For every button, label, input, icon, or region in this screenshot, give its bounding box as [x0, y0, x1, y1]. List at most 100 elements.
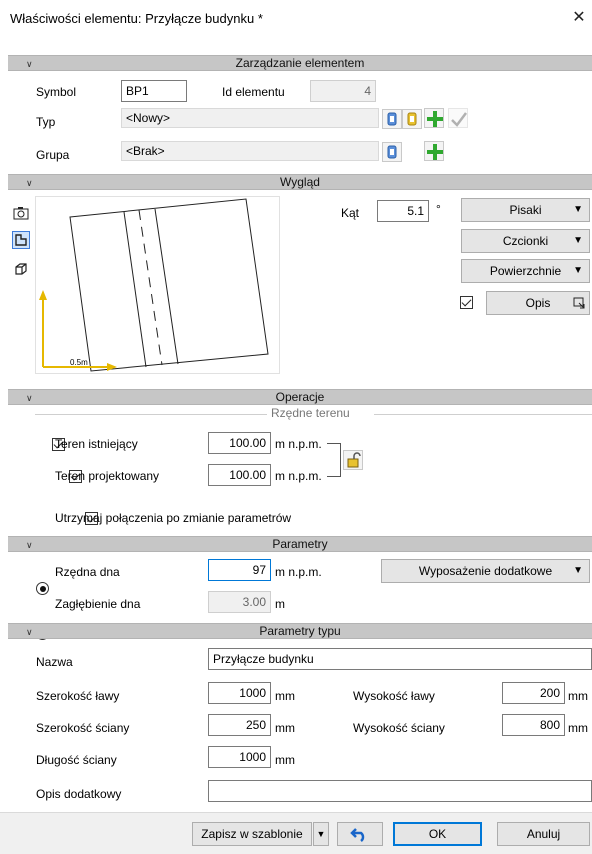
existing-terrain-unit: m n.p.m. — [275, 437, 322, 451]
extra-desc-label: Opis dodatkowy — [36, 787, 122, 801]
undo-button[interactable] — [337, 822, 383, 846]
group-label: Grupa — [36, 148, 70, 162]
section-header-appearance[interactable]: ∨ Wygląd — [8, 174, 592, 190]
close-icon[interactable]: ✕ — [568, 6, 590, 30]
wall-height-unit: mm — [568, 721, 588, 735]
angle-label: Kąt — [341, 206, 360, 220]
depth-unit: m — [275, 597, 285, 611]
designed-terrain-label: Teren projektowany — [55, 469, 160, 483]
angle-unit: ° — [436, 202, 441, 216]
depth-input[interactable]: 3.00 — [208, 591, 271, 613]
add-group-icon[interactable] — [424, 141, 444, 161]
dropdown-arrow-icon: ▼ — [573, 265, 583, 276]
cancel-button[interactable]: Anuluj — [497, 822, 590, 846]
3d-view-icon[interactable] — [13, 261, 29, 277]
add-type-icon[interactable] — [424, 108, 444, 128]
ok-button[interactable]: OK — [393, 822, 482, 846]
bench-width-unit: mm — [275, 689, 295, 703]
wall-height-input[interactable]: 800 — [502, 714, 565, 736]
group-select[interactable]: <Brak> — [121, 141, 379, 161]
bottom-level-input[interactable]: 97 — [208, 559, 271, 581]
lock-icon[interactable] — [343, 450, 363, 470]
save-template-button[interactable]: Zapisz w szablonie — [192, 822, 312, 846]
divider — [374, 414, 592, 415]
bench-height-label: Wysokość ławy — [353, 689, 435, 703]
wall-length-unit: mm — [275, 753, 295, 767]
extra-desc-input[interactable] — [208, 780, 592, 802]
existing-terrain-label: Teren istniejący — [55, 437, 138, 451]
section-header-management[interactable]: ∨ Zarządzanie elementem — [8, 55, 592, 71]
bottom-level-radio[interactable] — [36, 582, 49, 595]
existing-terrain-input[interactable]: 100.00 — [208, 432, 271, 454]
description-checkbox[interactable] — [460, 296, 473, 309]
pens-dropdown[interactable]: Pisaki ▼ — [461, 198, 590, 222]
undo-icon — [350, 828, 365, 842]
name-input[interactable]: Przyłącze budynku — [208, 648, 592, 670]
section-title: Parametry typu — [259, 624, 341, 638]
type-select[interactable]: <Nowy> — [121, 108, 379, 128]
plan-view-icon[interactable] — [12, 231, 30, 249]
bench-height-unit: mm — [568, 689, 588, 703]
bench-height-input[interactable]: 200 — [502, 682, 565, 704]
preview-canvas: 0.5m — [35, 196, 280, 374]
open-window-icon — [573, 292, 585, 316]
chevron-down-icon: ∨ — [26, 59, 33, 69]
chevron-down-icon: ∨ — [26, 627, 33, 637]
pens-label: Pisaki — [509, 203, 542, 217]
bench-width-label: Szerokość ławy — [36, 689, 120, 703]
divider — [35, 414, 267, 415]
bottom-level-unit: m n.p.m. — [275, 565, 322, 579]
designed-terrain-unit: m n.p.m. — [275, 469, 322, 483]
window-title: Właściwości elementu: Przyłącze budynku … — [10, 11, 263, 26]
wall-width-unit: mm — [275, 721, 295, 735]
dropdown-arrow-icon: ▼ — [573, 565, 583, 576]
section-title: Zarządzanie elementem — [235, 56, 365, 70]
depth-label: Zagłębienie dna — [55, 597, 141, 611]
equipment-label: Wyposażenie dodatkowe — [418, 564, 553, 578]
angle-input[interactable]: 5.1 — [377, 200, 429, 222]
section-header-operations[interactable]: ∨ Operacje — [8, 389, 592, 405]
wall-height-label: Wysokość ściany — [353, 721, 445, 735]
wall-length-input[interactable]: 1000 — [208, 746, 271, 768]
scale-label: 0.5m — [70, 358, 88, 367]
chevron-down-icon: ∨ — [26, 178, 33, 188]
designed-terrain-input[interactable]: 100.00 — [208, 464, 271, 486]
title-bar: Właściwości elementu: Przyłącze budynku … — [0, 0, 592, 38]
section-title: Wygląd — [280, 175, 320, 189]
type-label: Typ — [36, 115, 56, 129]
keep-connections-label: Utrzymaj połączenia po zmianie parametró… — [55, 511, 292, 525]
description-label: Opis — [525, 296, 551, 310]
equipment-dropdown[interactable]: Wyposażenie dodatkowe ▼ — [381, 559, 590, 583]
section-title: Operacje — [275, 390, 325, 404]
dropdown-arrow-icon: ▼ — [573, 235, 583, 246]
wall-length-label: Długość ściany — [36, 753, 117, 767]
symbol-input[interactable]: BP1 — [121, 80, 187, 102]
chevron-down-icon: ∨ — [26, 393, 33, 403]
terrain-link-bracket — [327, 443, 341, 477]
symbol-label: Symbol — [36, 85, 77, 99]
save-template-dropdown[interactable]: ▼ — [313, 822, 329, 846]
camera-view-icon[interactable] — [13, 205, 29, 221]
type-edit-icon[interactable] — [402, 109, 422, 129]
wall-width-label: Szerokość ściany — [36, 721, 130, 735]
fonts-label: Czcionki — [502, 234, 549, 248]
terrain-group-label: Rzędne terenu — [271, 406, 350, 420]
element-id-label: Id elementu — [222, 85, 285, 99]
surfaces-label: Powierzchnie — [489, 264, 562, 278]
confirm-type-icon[interactable] — [448, 108, 468, 128]
element-id-field: 4 — [310, 80, 376, 102]
section-header-parameters[interactable]: ∨ Parametry — [8, 536, 592, 552]
wall-width-input[interactable]: 250 — [208, 714, 271, 736]
surfaces-dropdown[interactable]: Powierzchnie ▼ — [461, 259, 590, 283]
bottom-level-label: Rzędna dna — [55, 565, 120, 579]
dropdown-arrow-icon: ▼ — [573, 204, 583, 215]
section-header-type-parameters[interactable]: ∨ Parametry typu — [8, 623, 592, 639]
description-button[interactable]: Opis — [486, 291, 590, 315]
chevron-down-icon: ∨ — [26, 540, 33, 550]
bench-width-input[interactable]: 1000 — [208, 682, 271, 704]
type-info-icon[interactable] — [382, 109, 402, 129]
name-label: Nazwa — [36, 655, 73, 669]
fonts-dropdown[interactable]: Czcionki ▼ — [461, 229, 590, 253]
group-info-icon[interactable] — [382, 142, 402, 162]
section-title: Parametry — [272, 537, 328, 551]
